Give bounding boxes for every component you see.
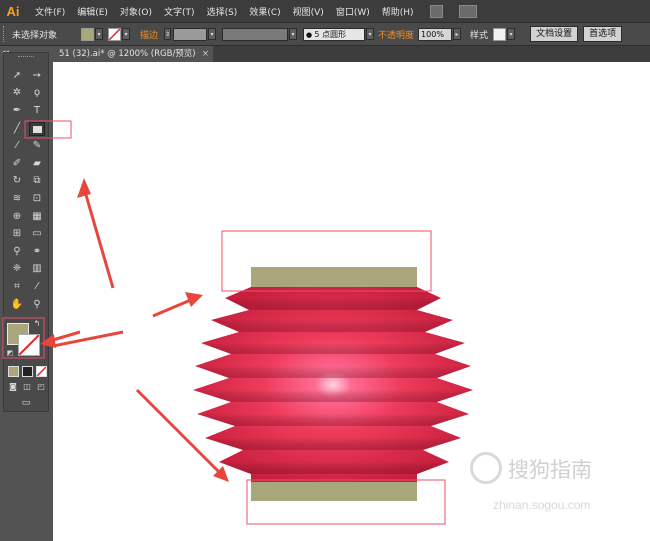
document-setup-button[interactable]: 文档设置 — [530, 26, 579, 42]
lantern-bottom-cap — [251, 482, 417, 501]
opacity-dropdown[interactable]: ▸ — [453, 28, 462, 40]
watermark-text: 搜狗指南 — [508, 458, 592, 482]
variable-width-profile[interactable] — [222, 27, 289, 41]
watermark-logo-icon — [470, 452, 502, 484]
menu-window[interactable]: 窗口(W) — [336, 5, 370, 18]
stroke-dropdown[interactable]: ▾ — [122, 28, 131, 40]
tool-annotations — [2, 120, 80, 359]
fill-dropdown[interactable]: ▾ — [95, 28, 104, 40]
lantern-body — [193, 287, 473, 482]
menu-effect[interactable]: 效果(C) — [249, 5, 280, 18]
stroke-label[interactable]: 描边 — [140, 28, 158, 41]
arrange-documents-icon[interactable] — [458, 4, 477, 18]
menu-type[interactable]: 文字(T) — [164, 5, 195, 18]
highlight-box-rectangle-tool — [24, 120, 72, 139]
brush-definition[interactable]: ● 5 点圆形 — [303, 27, 366, 41]
brush-dropdown[interactable]: ▾ — [366, 28, 375, 40]
menu-view[interactable]: 视图(V) — [293, 5, 324, 18]
style-swatch[interactable] — [493, 27, 507, 41]
watermark-url: zhinan.sogou.com — [493, 498, 591, 512]
close-tab-icon[interactable]: × — [202, 46, 209, 62]
stroke-weight-stepper[interactable]: ⇕ — [164, 28, 172, 40]
fill-swatch[interactable] — [81, 27, 95, 41]
artboard-canvas[interactable]: 搜狗指南 zhinan.sogou.com — [53, 62, 650, 541]
bridge-icon[interactable] — [429, 4, 443, 18]
brush-value: 5 点圆形 — [314, 29, 347, 39]
style-label: 样式 — [470, 30, 489, 41]
menu-object[interactable]: 对象(O) — [120, 5, 152, 18]
stroke-swatch[interactable] — [108, 27, 122, 41]
profile-dropdown[interactable]: ▾ — [289, 28, 298, 40]
document-tab-bar: 51 (32).ai* @ 1200% (RGB/预览) × — [53, 46, 650, 62]
no-stroke-icon — [109, 28, 121, 40]
style-dropdown[interactable]: ▾ — [507, 28, 516, 40]
opacity-label[interactable]: 不透明度 — [378, 28, 414, 41]
menu-help[interactable]: 帮助(H) — [382, 5, 414, 18]
stroke-weight-dropdown[interactable]: ▾ — [208, 28, 217, 40]
stroke-weight-field[interactable] — [173, 27, 208, 41]
lantern-top-cap — [251, 267, 417, 287]
preferences-button[interactable]: 首选项 — [583, 26, 623, 42]
opacity-field[interactable]: 100% — [418, 27, 453, 41]
menu-select[interactable]: 选择(S) — [207, 5, 238, 18]
highlight-box-colors — [2, 317, 45, 359]
menu-bar: Ai 文件(F) 编辑(E) 对象(O) 文字(T) 选择(S) 效果(C) 视… — [0, 0, 650, 22]
menu-edit[interactable]: 编辑(E) — [77, 5, 108, 18]
control-bar: 未选择对象 ▾ ▾ 描边 ⇕ ▾ ▾ ● 5 点圆形 ▾ 不透明度 100% ▸… — [0, 22, 650, 46]
